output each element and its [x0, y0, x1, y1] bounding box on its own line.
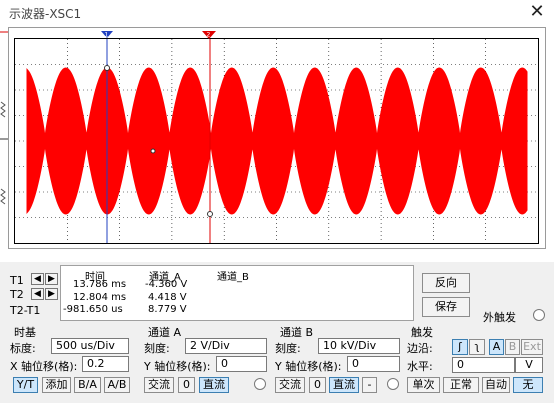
cursor-t2-marker	[207, 211, 213, 217]
channel-a-zero-button[interactable]: 0	[178, 377, 195, 393]
ba-mode-button[interactable]: B/A	[74, 377, 101, 393]
dt-time-value: -981.650 us	[63, 304, 123, 315]
save-button[interactable]: 保存	[422, 297, 470, 317]
yt-mode-button[interactable]: Y/T	[13, 377, 38, 393]
channel-a-scale-label: 刻度:	[144, 342, 170, 355]
x-position-label: X 轴位移(格):	[10, 360, 78, 373]
cursor-t1-handle[interactable]: 1	[100, 30, 114, 40]
trigger-level-field[interactable]: 0	[452, 357, 515, 373]
t2-left-arrow-button[interactable]: ◀	[31, 288, 44, 300]
channel-a-ypos-label: Y 轴位移(格):	[144, 360, 211, 373]
cursor-readout-table: 时间 通道_A 通道_B 13.786 ms -4.360 V 12.804 m…	[60, 265, 414, 321]
trace-point-marker	[150, 148, 156, 154]
ext-trigger-label: 外触发	[483, 311, 516, 324]
trigger-none-button[interactable]: 无	[513, 377, 543, 393]
title-bar: 示波器-XSC1 ✕	[0, 0, 554, 25]
channel-b-minus-button[interactable]: -	[362, 377, 377, 393]
close-button[interactable]: ✕	[526, 2, 548, 22]
dt-channel-a-value: 8.779 V	[148, 304, 187, 315]
channel-b-scale-field[interactable]: 10 kV/Div	[318, 338, 400, 354]
window-title: 示波器-XSC1	[9, 7, 82, 21]
ext-trigger-radio[interactable]	[533, 309, 545, 321]
trigger-edge-label: 边沿:	[407, 342, 433, 355]
cursor-t2-handle[interactable]: 2	[201, 30, 217, 40]
trigger-source-b-button[interactable]: B	[505, 339, 520, 355]
reverse-button[interactable]: 反向	[422, 273, 470, 293]
trigger-title: 触发	[411, 326, 433, 339]
t1-left-arrow-button[interactable]: ◀	[31, 273, 44, 285]
t2t1-label: T2-T1	[10, 304, 41, 317]
channel-a-ypos-field[interactable]: 0	[216, 356, 267, 372]
cursor-t1-marker	[104, 65, 110, 71]
trigger-normal-button[interactable]: 正常	[443, 377, 479, 393]
col-header-channel-b: 通道_B	[217, 272, 249, 283]
channel-a-scale-field[interactable]: 2 V/Div	[185, 338, 267, 354]
scope-plot	[15, 39, 538, 243]
channel-a-title: 通道 A	[148, 326, 182, 339]
channel-b-ypos-field[interactable]: 0	[347, 356, 400, 372]
channel-b-ac-button[interactable]: 交流	[275, 377, 305, 393]
trigger-single-button[interactable]: 单次	[407, 377, 440, 393]
channel-a-radio[interactable]	[254, 378, 266, 390]
svg-text:2: 2	[207, 32, 211, 39]
channel-b-scale-label: 刻度:	[275, 342, 301, 355]
t1-label: T1	[10, 274, 24, 287]
timebase-title: 时基	[14, 326, 36, 339]
trigger-source-a-button[interactable]: A	[489, 339, 504, 355]
timebase-scale-label: 标度:	[10, 342, 36, 355]
trigger-level-unit-select[interactable]: V	[515, 357, 543, 373]
channel-b-dc-button[interactable]: 直流	[329, 377, 359, 393]
channel-b-zero-button[interactable]: 0	[309, 377, 326, 393]
t2-time-value: 12.804 ms	[73, 292, 127, 303]
edge-rising-button[interactable]: ʃ	[452, 339, 468, 355]
t1-right-arrow-button[interactable]: ▶	[45, 273, 58, 285]
t2-right-arrow-button[interactable]: ▶	[45, 288, 58, 300]
trigger-source-ext-button[interactable]: Ext	[521, 339, 543, 355]
svg-text:1: 1	[105, 32, 109, 39]
t2-channel-a-value: 4.418 V	[148, 292, 187, 303]
trigger-level-label: 水平:	[407, 360, 433, 373]
oscilloscope-display[interactable]	[14, 38, 539, 244]
edge-falling-button[interactable]: ʅ	[469, 339, 485, 355]
add-mode-button[interactable]: 添加	[42, 377, 71, 393]
channel-b-radio[interactable]	[387, 378, 399, 390]
channel-b-ypos-label: Y 轴位移(格):	[275, 360, 342, 373]
x-position-field[interactable]: 0.2	[82, 356, 129, 372]
channel-a-dc-button[interactable]: 直流	[199, 377, 229, 393]
trigger-auto-button[interactable]: 自动	[482, 377, 510, 393]
left-edge-strip	[0, 27, 8, 249]
t2-label: T2	[10, 288, 24, 301]
t1-channel-a-value: -4.360 V	[145, 279, 188, 290]
ab-mode-button[interactable]: A/B	[104, 377, 130, 393]
channel-a-ac-button[interactable]: 交流	[144, 377, 174, 393]
timebase-scale-field[interactable]: 500 us/Div	[51, 338, 129, 354]
t1-time-value: 13.786 ms	[73, 279, 127, 290]
channel-b-title: 通道 B	[280, 326, 314, 339]
